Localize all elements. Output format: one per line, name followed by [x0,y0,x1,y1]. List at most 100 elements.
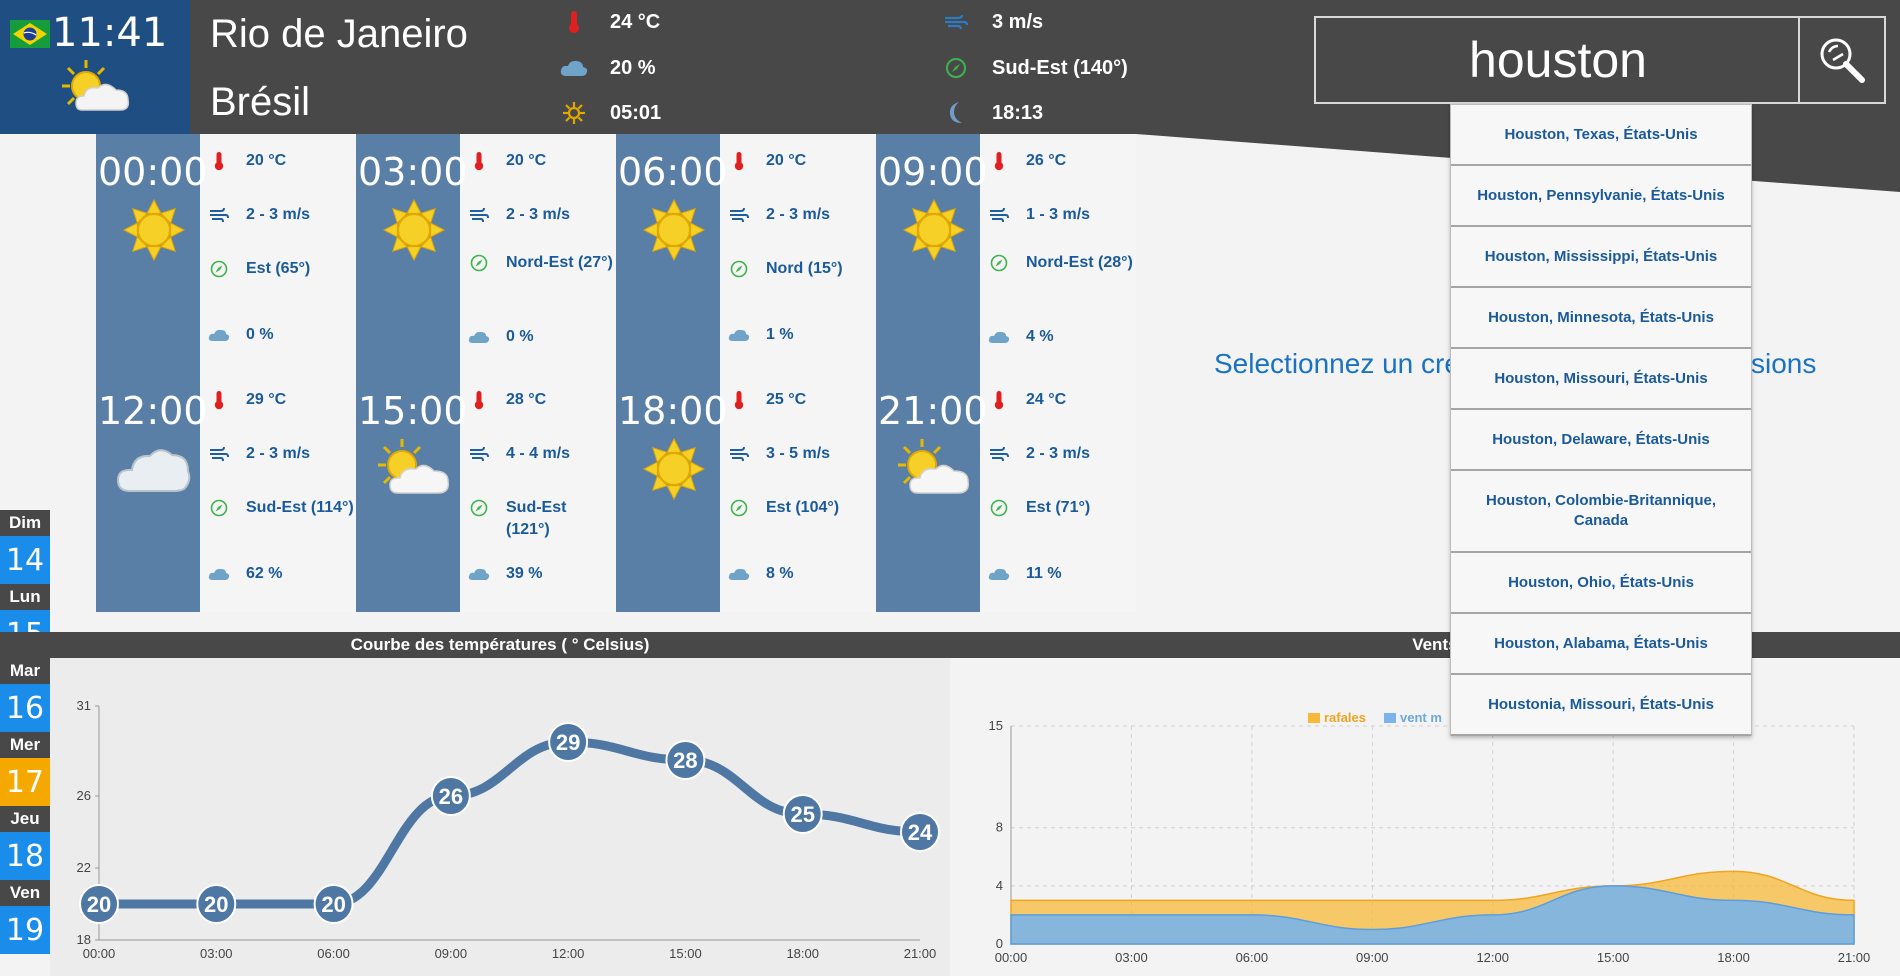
x-tick-label: 06:00 [317,946,350,961]
y-tick-label: 15 [989,718,1003,733]
suggestion-item[interactable]: Houston, Delaware, États-Unis [1451,410,1751,471]
suggestion-item[interactable]: Houston, Pennsylvanie, États-Unis [1451,166,1751,227]
suggestion-item[interactable]: Houston, Ohio, États-Unis [1451,553,1751,614]
hour-direction: Nord-Est (27°) [468,252,614,274]
hour-temperature: 29 °C [208,389,354,411]
hour-slot-0900[interactable]: 09:00 26 °C 1 - 3 m/s Nord-Est (28°) 4 % [876,134,1136,373]
hour-wind: 4 - 4 m/s [468,443,614,465]
hour-wind: 2 - 3 m/s [468,204,614,226]
hour-slot-1200[interactable]: 12:00 29 °C 2 - 3 m/s Sud-Est (114°) 62 … [96,373,356,612]
hour-label: 00:00 [98,150,208,194]
current-wind-direction-value: Sud-Est (140°) [992,56,1128,79]
y-tick-label: 22 [77,860,91,875]
temperature-data-label: 29 [556,730,580,755]
hour-clouds: 1 % [728,324,874,346]
clock-time: 11:41 [52,10,168,56]
hour-direction: Nord (15°) [728,258,874,280]
hour-slot-1800[interactable]: 18:00 25 °C 3 - 5 m/s Est (104°) 8 % [616,373,876,612]
hour-clouds-value: 62 % [246,565,283,582]
hour-slot-0000[interactable]: 00:00 20 °C 2 - 3 m/s Est (65°) 0 % [96,134,356,373]
hour-slot-2100[interactable]: 21:00 24 °C 2 - 3 m/s Est (71°) 11 % [876,373,1136,612]
compass-icon [728,497,750,519]
x-tick-label: 21:00 [904,946,937,961]
suggestion-item[interactable]: Houston, Minnesota, États-Unis [1451,288,1751,349]
hour-direction: Nord-Est (28°) [988,252,1134,274]
wind-icon [208,443,230,465]
cloud-icon [988,563,1010,585]
sun-icon [894,196,974,264]
compass-icon [468,252,490,274]
hour-temperature-value: 20 °C [246,152,287,169]
legend-swatch [1308,713,1320,723]
day-number[interactable]: 18 [0,832,50,880]
x-tick-label: 03:00 [200,946,233,961]
day-name[interactable]: Mer [0,732,50,758]
search-button[interactable] [1800,16,1886,104]
hour-clouds: 39 % [468,563,614,585]
day-number[interactable]: 14 [0,536,50,584]
day-name[interactable]: Jeu [0,806,50,832]
hour-direction-value: Nord (15°) [766,260,843,277]
y-tick-label: 31 [77,698,91,713]
wind-icon [988,443,1010,465]
day-name[interactable]: Ven [0,880,50,906]
x-tick-label: 09:00 [1356,950,1389,965]
sun-cloud-icon [894,435,974,503]
suggestion-item[interactable]: Houston, Mississippi, États-Unis [1451,227,1751,288]
cloud-icon [468,326,490,348]
hour-clouds: 4 % [988,326,1134,348]
hour-slot-0300[interactable]: 03:00 20 °C 2 - 3 m/s Nord-Est (27°) 0 % [356,134,616,373]
y-tick-label: 26 [77,788,91,803]
hour-slot-1500[interactable]: 15:00 28 °C 4 - 4 m/s Sud-Est (121°) 39 … [356,373,616,612]
hour-temperature: 26 °C [988,150,1134,172]
hour-direction: Sud-Est (121°) [468,497,614,541]
sun-icon [634,435,714,503]
hour-direction-value: Est (71°) [1026,499,1091,516]
legend-label: rafales [1324,710,1366,725]
hour-slot-0600[interactable]: 06:00 20 °C 2 - 3 m/s Nord (15°) 1 % [616,134,876,373]
thermometer-icon [208,150,230,172]
hour-clouds-value: 1 % [766,326,794,343]
hour-clouds: 8 % [728,563,874,585]
hour-wind-value: 1 - 3 m/s [1026,206,1091,223]
x-tick-label: 06:00 [1236,950,1269,965]
day-selector: Dim14Lun15Mar16Mer17Jeu18Ven19 [0,510,50,954]
legend-label: vent m [1400,710,1442,725]
day-number[interactable]: 16 [0,684,50,732]
temperature-data-label: 25 [790,802,814,827]
search-input[interactable] [1316,18,1800,102]
cloud-icon [728,324,750,346]
y-tick-label: 4 [996,878,1003,893]
hour-wind: 2 - 3 m/s [208,443,354,465]
wind-chart: 0 4 8 15 00:00 03:00 06:00 09:00 12:00 15:00 18:00… [989,710,1871,965]
hour-wind-value: 2 - 3 m/s [246,445,311,462]
thermometer-icon [988,150,1010,172]
suggestion-item[interactable]: Houston, Colombie-Britannique, Canada [1451,471,1751,553]
current-temperature: 24 °C [560,8,660,36]
hour-clouds: 62 % [208,563,354,585]
suggestion-item[interactable]: Houstonia, Missouri, États-Unis [1451,675,1751,736]
suggestion-item[interactable]: Houston, Alabama, États-Unis [1451,614,1751,675]
temperature-data-label: 20 [321,892,345,917]
thermometer-icon [728,150,750,172]
day-name[interactable]: Mar [0,658,50,684]
day-number[interactable]: 17 [0,758,50,806]
cloud-icon [560,54,588,82]
wind-icon [468,204,490,226]
y-tick-label: 0 [996,936,1003,951]
suggestion-item[interactable]: Houston, Missouri, États-Unis [1451,349,1751,410]
x-tick-label: 00:00 [995,950,1028,965]
hour-label: 18:00 [618,389,728,433]
temperature-chart-title-text: Courbe des températures ( ° Celsius) [350,635,650,654]
day-name[interactable]: Dim [0,510,50,536]
partly-cloudy-icon [62,60,130,111]
wind-icon [988,204,1010,226]
day-number[interactable]: 19 [0,906,50,954]
hour-temperature: 20 °C [728,150,874,172]
day-name[interactable]: Lun [0,584,50,610]
temperature-data-label: 24 [908,820,933,845]
hour-direction-value: Est (104°) [766,499,840,516]
hour-direction-value: Nord-Est (27°) [506,254,613,271]
thermometer-icon [468,150,490,172]
suggestion-item[interactable]: Houston, Texas, États-Unis [1451,105,1751,166]
